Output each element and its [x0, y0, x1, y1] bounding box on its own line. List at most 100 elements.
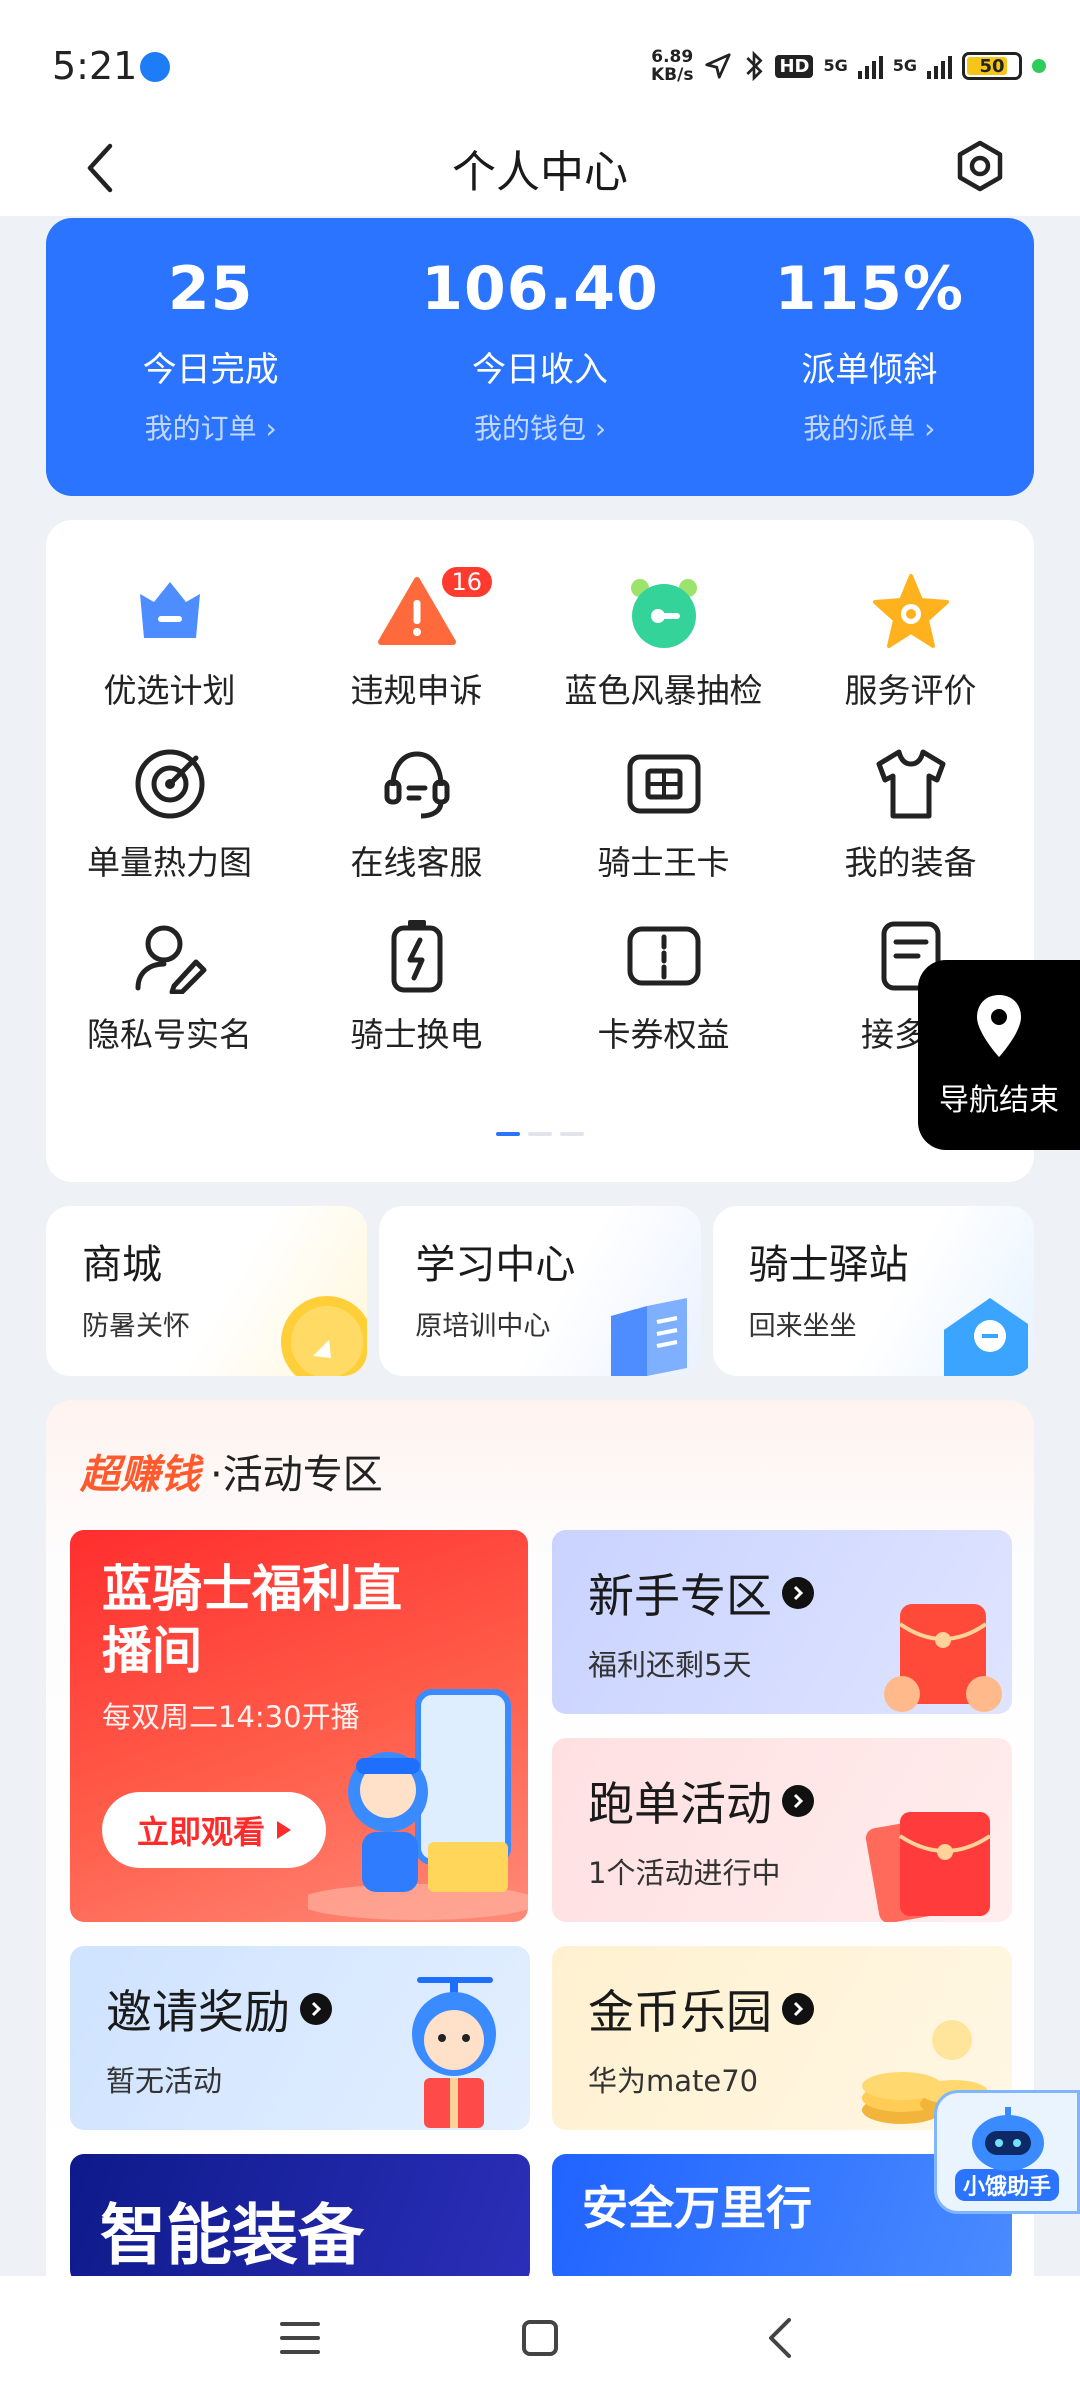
watch-now-button[interactable]: 立即观看 — [102, 1792, 326, 1868]
newbie-zone-tile[interactable]: 新手专区 福利还剩5天 — [552, 1530, 1012, 1714]
activity-header: 超赚钱 ·活动专区 — [80, 1442, 383, 1500]
service-label: 隐私号实名 — [87, 1015, 252, 1054]
quick-cards: 商城 防暑关怀 学习中心 原培训中心 骑士驿站 回来坐坐 — [46, 1206, 1034, 1376]
home-square-icon — [522, 2320, 558, 2356]
app-notification-icon — [140, 52, 170, 82]
location-pin-icon — [977, 995, 1021, 1057]
service-privacy-number[interactable]: 隐私号实名 — [46, 914, 293, 1056]
service-label: 卡券权益 — [597, 1015, 730, 1054]
watch-now-label: 立即观看 — [136, 1813, 265, 1851]
stat-completed[interactable]: 25 今日完成 我的订单 › — [46, 218, 375, 496]
page-dot — [560, 1132, 584, 1136]
service-label: 骑士王卡 — [597, 843, 730, 882]
services-grid: 优选计划 16 违规申诉 蓝色风暴抽检 服务评价 单量热力图 在线客服 骑士王卡… — [46, 564, 1034, 1056]
network-type-1: 5G — [823, 56, 848, 75]
promo-title: 安全万里行 — [582, 2181, 812, 2235]
alarm-icon — [622, 570, 706, 654]
back-triangle-icon — [769, 2318, 791, 2358]
signal-icon-2 — [927, 53, 952, 79]
page-dot-active — [496, 1132, 520, 1136]
bluetooth-icon — [746, 50, 764, 82]
privacy-indicator — [1032, 59, 1046, 73]
net-speed-value: 6.89 — [651, 47, 694, 67]
stat-label: 今日完成 — [142, 350, 279, 390]
coupon-icon — [622, 914, 706, 998]
learning-center-card[interactable]: 学习中心 原培训中心 — [379, 1206, 701, 1376]
red-envelope-icon — [884, 1604, 1002, 1712]
service-my-equipment[interactable]: 我的装备 — [787, 742, 1034, 884]
chevron-right-icon — [782, 1785, 814, 1817]
target-icon — [128, 742, 212, 826]
service-blue-storm-check[interactable]: 蓝色风暴抽检 — [540, 570, 787, 712]
service-knight-card[interactable]: 骑士王卡 — [540, 742, 787, 884]
star-icon — [869, 570, 953, 654]
stat-dispatch[interactable]: 115% 派单倾斜 我的派单 › — [705, 218, 1034, 496]
battery-level: 50 — [979, 55, 1005, 77]
my-orders-link[interactable]: 我的订单 › — [46, 407, 375, 447]
mascot-gift-icon — [412, 1977, 496, 2128]
tile-title-text: 邀请奖励 — [106, 1985, 290, 2039]
settings-button[interactable] — [948, 134, 1012, 198]
sim-card-icon — [622, 742, 706, 826]
red-envelopes-icon — [865, 1812, 992, 1922]
status-time: 5:21 — [52, 44, 138, 88]
chevron-right-icon — [300, 1993, 332, 2025]
service-battery-swap[interactable]: 骑士换电 — [293, 914, 540, 1056]
services-panel: 优选计划 16 违规申诉 蓝色风暴抽检 服务评价 单量热力图 在线客服 骑士王卡… — [46, 520, 1034, 1182]
system-back-button[interactable] — [740, 2298, 820, 2378]
service-label: 服务评价 — [844, 671, 977, 710]
service-rating[interactable]: 服务评价 — [787, 570, 1034, 712]
service-violation-appeal[interactable]: 16 违规申诉 — [293, 564, 540, 712]
service-heatmap[interactable]: 单量热力图 — [46, 742, 293, 884]
phone-mascot-illustration — [308, 1689, 528, 1920]
menu-button[interactable] — [260, 2298, 340, 2378]
activity-brand: 超赚钱 — [80, 1452, 200, 1498]
nav-end-label: 导航结束 — [939, 1083, 1059, 1118]
stat-value: 106.40 — [421, 254, 659, 324]
invite-reward-tile[interactable]: 邀请奖励 暂无活动 — [70, 1946, 530, 2130]
net-speed: 6.89 KB/s — [651, 48, 693, 84]
shirt-icon — [869, 742, 953, 826]
stat-income[interactable]: 106.40 今日收入 我的钱包 › — [375, 218, 704, 496]
notification-badge: 16 — [438, 564, 496, 600]
stats-card: 25 今日完成 我的订单 › 106.40 今日收入 我的钱包 › 115% 派… — [46, 218, 1034, 496]
assistant-button[interactable]: 小饿助手 — [934, 2090, 1080, 2214]
house-icon — [943, 1298, 1028, 1376]
headset-icon — [375, 742, 459, 826]
service-label: 违规申诉 — [350, 671, 483, 710]
location-icon — [705, 53, 732, 79]
gear-icon — [957, 140, 1003, 192]
coin-icon — [281, 1296, 368, 1376]
chevron-right-icon — [782, 1993, 814, 2025]
service-label: 单量热力图 — [87, 843, 252, 882]
battery-icon: 50 — [962, 52, 1022, 80]
stat-label: 今日收入 — [471, 350, 608, 390]
mall-card[interactable]: 商城 防暑关怀 — [46, 1206, 368, 1376]
play-icon — [277, 1821, 291, 1839]
my-dispatch-link[interactable]: 我的派单 › — [705, 407, 1034, 447]
service-coupons[interactable]: 卡券权益 — [540, 914, 787, 1056]
my-wallet-link[interactable]: 我的钱包 › — [375, 407, 704, 447]
service-preferred-plan[interactable]: 优选计划 — [46, 570, 293, 712]
status-bar: 5:21 6.89 KB/s HD 5G 5G 50 — [0, 0, 1080, 130]
activity-zone: 超赚钱 ·活动专区 蓝骑士福利直播间 每双周二14:30开播 立即观看 新手专区… — [46, 1400, 1034, 2280]
smart-equipment-banner[interactable]: 智能装备 — [70, 2154, 530, 2280]
service-label: 优选计划 — [103, 671, 236, 710]
page-indicator — [46, 1132, 1034, 1136]
service-label: 蓝色风暴抽检 — [564, 671, 763, 710]
nav-end-button[interactable]: 导航结束 — [918, 960, 1080, 1150]
status-icons: 6.89 KB/s HD 5G 5G 50 — [651, 44, 1046, 88]
service-online-support[interactable]: 在线客服 — [293, 742, 540, 884]
live-stream-card[interactable]: 蓝骑士福利直播间 每双周二14:30开播 立即观看 — [70, 1530, 528, 1922]
tile-title-text: 金币乐园 — [588, 1985, 772, 2039]
page-header: 个人中心 — [0, 130, 1080, 216]
service-label: 骑士换电 — [350, 1015, 483, 1054]
network-type-2: 5G — [892, 56, 917, 75]
page-title: 个人中心 — [452, 147, 628, 198]
knight-station-card[interactable]: 骑士驿站 回来坐坐 — [712, 1206, 1034, 1376]
home-button[interactable] — [500, 2298, 580, 2378]
run-activity-tile[interactable]: 跑单活动 1个活动进行中 — [552, 1738, 1012, 1922]
tile-title-text: 新手专区 — [588, 1569, 772, 1623]
signal-icon-1 — [857, 53, 883, 79]
robot-icon — [972, 2107, 1044, 2171]
